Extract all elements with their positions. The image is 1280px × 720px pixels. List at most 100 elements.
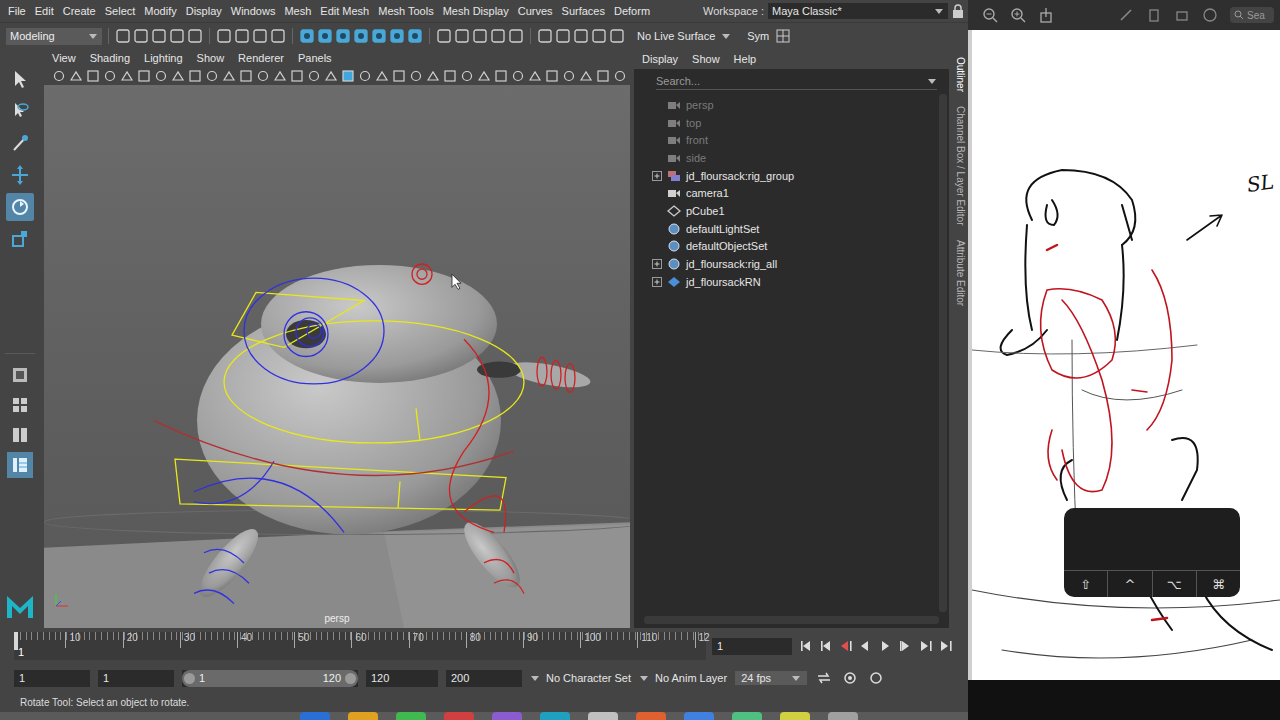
outliner-menu-item[interactable]: Display <box>642 53 678 65</box>
tool-icon[interactable] <box>609 28 625 44</box>
side-tab[interactable]: Attribute Editor <box>953 240 966 306</box>
dock-app-icon[interactable] <box>732 712 762 720</box>
menu-item[interactable]: Create <box>63 5 96 17</box>
tool-button[interactable] <box>6 193 34 221</box>
range-end-handle[interactable] <box>345 673 356 684</box>
panel-tool-icon[interactable] <box>460 69 474 83</box>
tool-icon[interactable] <box>436 28 452 44</box>
outliner-item[interactable]: persp <box>634 96 937 114</box>
character-mesh[interactable] <box>191 265 592 605</box>
prefs-icon[interactable] <box>867 670 885 686</box>
modifier-key[interactable]: ⇧ <box>1064 571 1107 597</box>
play-icon[interactable] <box>878 638 893 654</box>
panel-tool-icon[interactable] <box>239 69 253 83</box>
panel-tool-icon[interactable] <box>596 69 610 83</box>
tool-button[interactable] <box>6 129 34 157</box>
outliner-item[interactable]: jd_floursack:rig_group <box>634 167 937 185</box>
tool-icon[interactable] <box>573 28 589 44</box>
panel-tool-icon[interactable] <box>171 69 185 83</box>
tool-icon[interactable] <box>216 28 232 44</box>
tool-button[interactable] <box>6 161 34 189</box>
dock-app-icon[interactable] <box>396 712 426 720</box>
playback-end-field[interactable]: 120 <box>366 670 438 687</box>
sketch-search[interactable]: Sea <box>1230 7 1274 23</box>
panel-tool-icon[interactable] <box>341 69 355 83</box>
side-tab[interactable]: Channel Box / Layer Editor <box>953 106 966 226</box>
menu-item[interactable]: Edit Mesh <box>320 5 369 17</box>
panel-tool-icon[interactable] <box>290 69 304 83</box>
menu-item[interactable]: Modify <box>144 5 176 17</box>
outliner-item[interactable]: pCube1 <box>634 202 937 220</box>
pen-icon[interactable] <box>1118 7 1134 23</box>
panel-tool-icon[interactable] <box>222 69 236 83</box>
menu-item[interactable]: Mesh Tools <box>378 5 433 17</box>
expand-icon[interactable] <box>652 277 662 287</box>
menu-item[interactable]: Deform <box>614 5 650 17</box>
character-set-dropdown[interactable]: No Character Set <box>530 672 631 684</box>
live-surface-label[interactable]: No Live Surface <box>631 30 715 42</box>
tool-icon[interactable] <box>317 28 333 44</box>
tool-icon[interactable] <box>187 28 203 44</box>
anim-layer-dropdown[interactable]: No Anim Layer <box>639 672 727 684</box>
layout-button[interactable] <box>7 362 33 388</box>
tool-icon[interactable] <box>335 28 351 44</box>
panel-menu-item[interactable]: Panels <box>298 52 332 64</box>
workspace-dropdown[interactable]: Maya Classic* <box>768 3 948 19</box>
tool-icon[interactable] <box>133 28 149 44</box>
menu-item[interactable]: Edit <box>35 5 54 17</box>
panel-tool-icon[interactable] <box>324 69 338 83</box>
outliner-item[interactable]: defaultLightSet <box>634 220 937 238</box>
eraser-icon[interactable] <box>1174 7 1190 23</box>
modifier-key[interactable]: ⌘ <box>1196 571 1240 597</box>
panel-tool-icon[interactable] <box>579 69 593 83</box>
tool-icon[interactable] <box>270 28 286 44</box>
layout-button[interactable] <box>7 392 33 418</box>
viewport[interactable]: persp <box>44 85 630 628</box>
dock-app-icon[interactable] <box>348 712 378 720</box>
lasso-icon[interactable] <box>1202 7 1218 23</box>
panel-tool-icon[interactable] <box>86 69 100 83</box>
panel-menu-item[interactable]: View <box>52 52 76 64</box>
modifier-key[interactable]: ^ <box>1107 571 1151 597</box>
last-icon[interactable] <box>938 638 953 654</box>
outliner-item[interactable]: defaultObjectSet <box>634 238 937 256</box>
tool-icon[interactable] <box>299 28 315 44</box>
loop-icon[interactable] <box>815 670 833 686</box>
outliner-menu-item[interactable]: Help <box>734 53 757 65</box>
tool-icon[interactable] <box>555 28 571 44</box>
menu-item[interactable]: Surfaces <box>562 5 605 17</box>
tool-icon[interactable] <box>371 28 387 44</box>
range-start-handle[interactable] <box>184 673 195 684</box>
panel-tool-icon[interactable] <box>392 69 406 83</box>
outliner-item[interactable]: jd_floursackRN <box>634 273 937 291</box>
tool-icon[interactable] <box>508 28 524 44</box>
panel-tool-icon[interactable] <box>494 69 508 83</box>
tool-icon[interactable] <box>389 28 405 44</box>
sketch-canvas[interactable]: SL⇧^⌥⌘ <box>972 30 1280 680</box>
grid-icon[interactable] <box>775 28 791 44</box>
tool-button[interactable] <box>6 225 34 253</box>
panel-tool-icon[interactable] <box>545 69 559 83</box>
panel-tool-icon[interactable] <box>511 69 525 83</box>
tool-icon[interactable] <box>591 28 607 44</box>
playback-start-field[interactable]: 1 <box>98 670 174 687</box>
time-track[interactable]: 110203040506070809010011012 <box>14 632 706 660</box>
tool-icon[interactable] <box>151 28 167 44</box>
menu-item[interactable]: Display <box>186 5 222 17</box>
panel-tool-icon[interactable] <box>103 69 117 83</box>
dock-app-icon[interactable] <box>444 712 474 720</box>
tool-icon[interactable] <box>252 28 268 44</box>
range-slider[interactable]: 1120 <box>182 670 358 687</box>
tool-icon[interactable] <box>537 28 553 44</box>
panel-tool-icon[interactable] <box>528 69 542 83</box>
panel-tool-icon[interactable] <box>256 69 270 83</box>
menu-item[interactable]: Windows <box>231 5 276 17</box>
outliner-item[interactable]: front <box>634 131 937 149</box>
prev-frame-icon[interactable] <box>818 638 833 654</box>
lock-icon[interactable] <box>952 4 964 18</box>
dock-app-icon[interactable] <box>540 712 570 720</box>
tool-icon[interactable] <box>353 28 369 44</box>
first-icon[interactable] <box>798 638 813 654</box>
dock-app-icon[interactable] <box>300 712 330 720</box>
menu-item[interactable]: Select <box>105 5 136 17</box>
